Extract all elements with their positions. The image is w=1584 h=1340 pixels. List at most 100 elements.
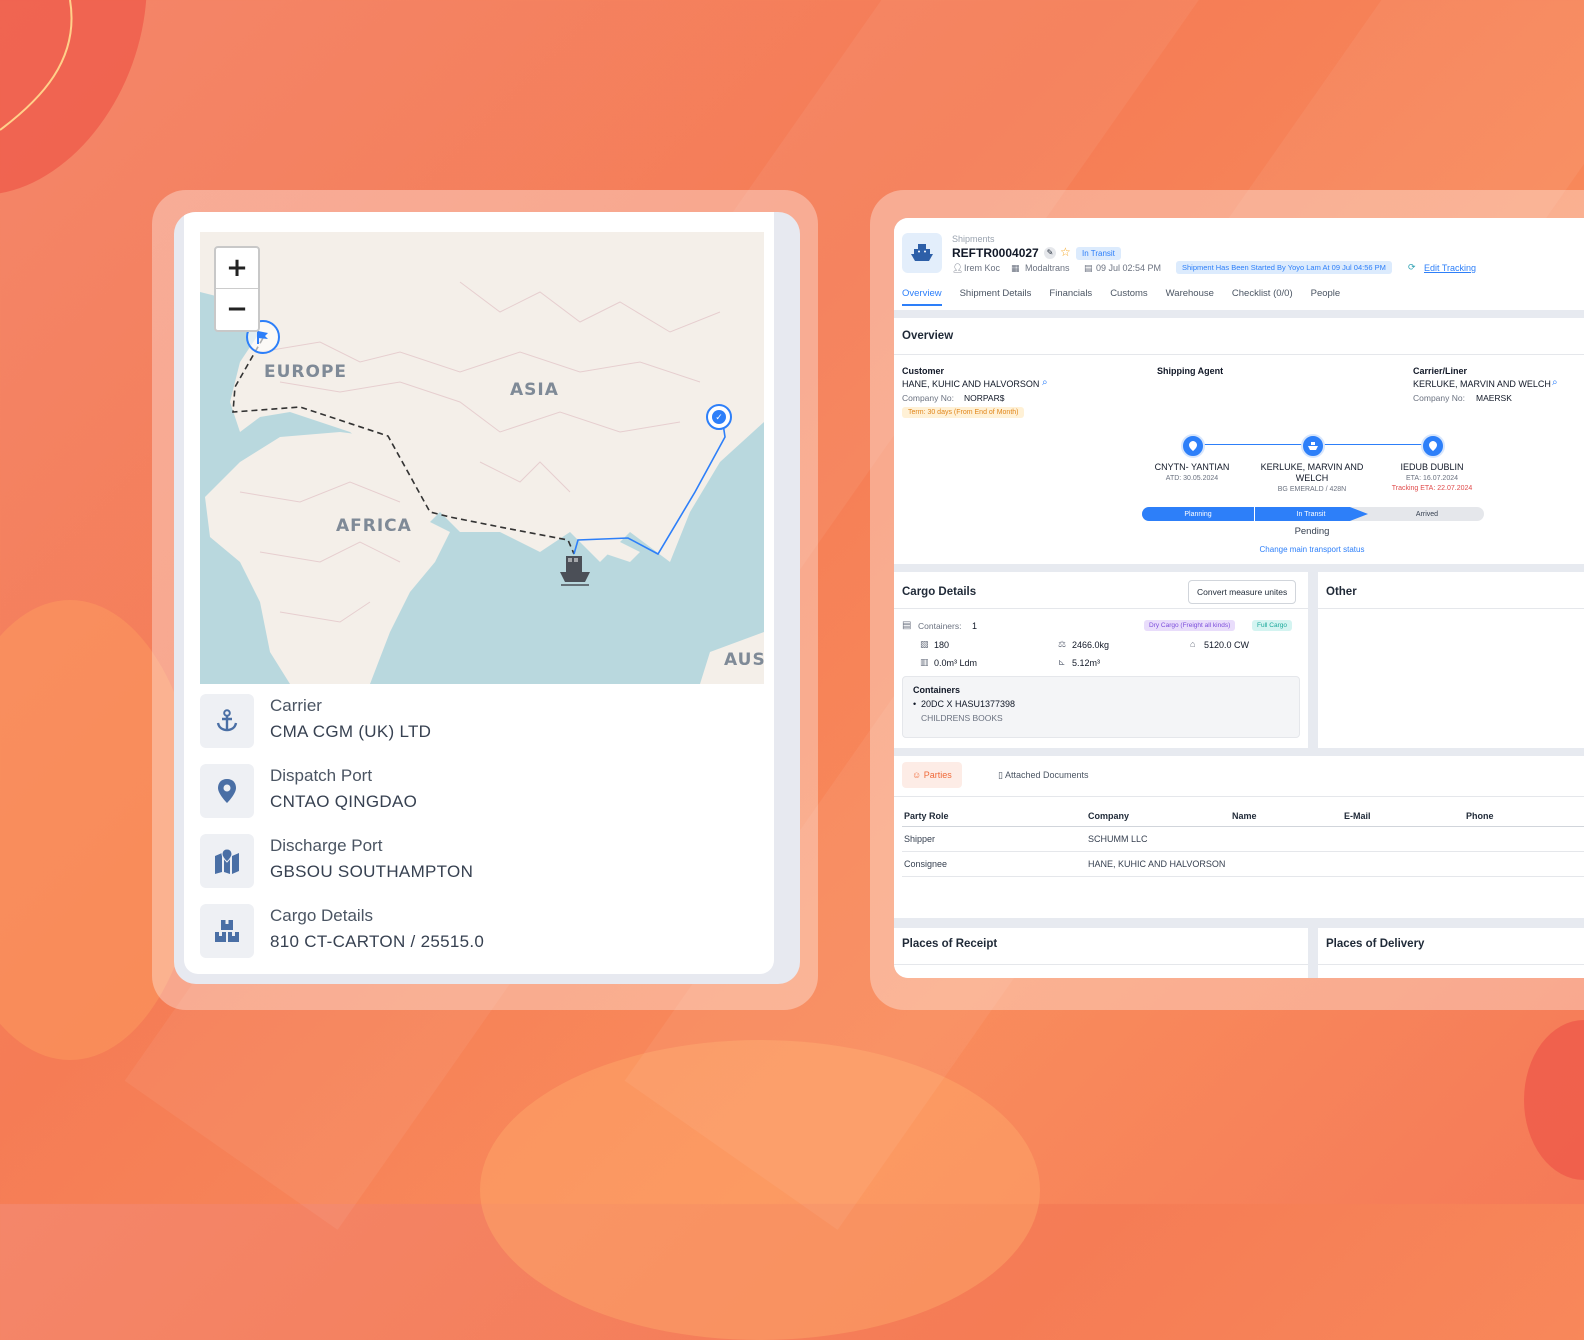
table-row[interactable]: Shipper SCHUMM LLC	[902, 826, 1584, 852]
customer-label: Customer	[902, 366, 945, 376]
tab-shipment-details[interactable]: Shipment Details	[960, 288, 1032, 306]
discharge-port-value: GBSOU SOUTHAMPTON	[270, 862, 474, 881]
col-party-role[interactable]: Party Role	[902, 806, 1086, 827]
user-icon: 👤︎	[952, 263, 964, 273]
favorite-star-icon[interactable]: ☆	[1060, 245, 1071, 259]
carrier-liner-name[interactable]: KERLUKE, MARVIN AND WELCH	[1413, 379, 1551, 389]
tab-docs-label: Attached Documents	[1004, 770, 1089, 780]
carrier-search-icon[interactable]: ⌕	[1552, 377, 1558, 388]
stage-in-transit[interactable]: In Transit	[1255, 507, 1367, 521]
tab-customs[interactable]: Customs	[1110, 288, 1147, 306]
route-map-card-body: + − EUROPE ASIA AFRICA AUS ✓ Carrier CMA…	[184, 212, 774, 974]
ship-icon[interactable]	[558, 550, 592, 588]
other-panel: Other	[1318, 572, 1584, 748]
route-origin-sub: ATD: 30.05.2024	[1165, 475, 1219, 482]
term-badge: Term: 30 days (From End of Month)	[902, 407, 1025, 418]
route-map[interactable]: + − EUROPE ASIA AFRICA AUS ✓	[200, 232, 764, 684]
change-status-link[interactable]: Change main transport status	[1234, 545, 1390, 554]
stage-arrived[interactable]: Arrived	[1370, 507, 1484, 521]
tab-warehouse[interactable]: Warehouse	[1166, 288, 1214, 306]
bg-blob-bottom-right	[1524, 1020, 1584, 1180]
weight-icon: ⚖	[1058, 639, 1067, 649]
route-vessel-name: KERLUKE, MARVIN AND WELCH	[1260, 462, 1364, 483]
col-phone[interactable]: Phone	[1464, 806, 1584, 827]
edit-pencil-icon[interactable]: ✎	[1044, 247, 1056, 259]
table-header-row: Party Role Company Name E-Mail Phone	[902, 806, 1584, 827]
map-location-icon	[200, 834, 254, 888]
customer-search-icon[interactable]: ⌕	[1042, 377, 1048, 388]
route-map-card: + − EUROPE ASIA AFRICA AUS ✓ Carrier CMA…	[174, 212, 800, 984]
tag-full-cargo: Full Cargo	[1252, 620, 1292, 631]
weight-value: 2466.0kg	[1072, 640, 1110, 650]
col-company[interactable]: Company	[1086, 806, 1230, 827]
breadcrumb[interactable]: Shipments	[952, 234, 995, 244]
status-badge: In Transit	[1076, 247, 1121, 260]
volume-value: 5.12m³	[1072, 658, 1101, 668]
origin-pin-icon	[1181, 434, 1205, 458]
map-label-australia: AUS	[724, 650, 764, 670]
people-icon: ☺︎	[912, 770, 924, 780]
divider	[894, 964, 1308, 965]
cell-phone	[1464, 826, 1584, 852]
cargo-details-label: Cargo Details	[270, 906, 373, 925]
divider	[894, 796, 1584, 797]
created-date: 09 Jul 02:54 PM	[1096, 263, 1162, 273]
overview-title: Overview	[902, 330, 954, 342]
other-title: Other	[1326, 586, 1357, 598]
cell-email	[1342, 826, 1464, 852]
table-row[interactable]: Consignee HANE, KUHIC AND HALVORSON	[902, 851, 1584, 877]
cargo-title: Cargo Details	[902, 586, 977, 598]
sync-icon: ⟳	[1408, 262, 1416, 272]
cell-role: Consignee	[902, 851, 1086, 877]
shipping-agent-label: Shipping Agent	[1157, 366, 1224, 376]
zoom-out-button[interactable]: −	[216, 289, 258, 329]
col-email[interactable]: E-Mail	[1342, 806, 1464, 827]
tab-attached-documents[interactable]: ▯ Attached Documents	[992, 762, 1095, 788]
stage-planning[interactable]: Planning	[1142, 507, 1254, 521]
owner-name: Irem Koc	[964, 263, 1001, 273]
map-label-europe: EUROPE	[264, 362, 348, 382]
places-of-delivery-panel: Places of Delivery	[1318, 928, 1584, 978]
carrier-company-no-value: MAERSK	[1476, 393, 1512, 403]
carrier-label: Carrier	[270, 696, 322, 715]
boxes-icon	[200, 904, 254, 958]
customer-company-no-value: NORPAR$	[964, 393, 1005, 403]
shipment-tabs: Overview Shipment Details Financials Cus…	[902, 288, 1340, 306]
tab-people[interactable]: People	[1311, 288, 1341, 306]
zoom-controls: + −	[214, 246, 260, 332]
edit-tracking-link[interactable]: Edit Tracking	[1424, 263, 1476, 273]
convert-units-button[interactable]: Convert measure unites	[1188, 580, 1297, 604]
zoom-in-button[interactable]: +	[216, 248, 258, 289]
tag-dry-cargo: Dry Cargo (Freight all kinds)	[1144, 620, 1236, 631]
packages-icon: ▧	[920, 639, 929, 649]
divider	[894, 608, 1308, 609]
cargo-details-row: Cargo Details 810 CT-CARTON / 25515.0	[200, 904, 760, 960]
customer-name[interactable]: HANE, KUHIC AND HALVORSON	[902, 379, 1039, 389]
col-name[interactable]: Name	[1230, 806, 1342, 827]
shipment-header: Shipments REFTR0004027 ✎ ☆ In Transit 👤︎…	[894, 218, 1584, 310]
ldm-icon: ▥	[920, 657, 929, 667]
container-number: 20DC X HASU1377398	[921, 699, 1016, 709]
tab-financials[interactable]: Financials	[1049, 288, 1092, 306]
customer-company-no-label: Company No:	[902, 393, 954, 403]
overview-panel: Overview Customer HANE, KUHIC AND HALVOR…	[894, 318, 1584, 564]
vessel-node-icon	[1301, 434, 1325, 458]
cargo-details-value: 810 CT-CARTON / 25515.0	[270, 932, 485, 951]
carrier-value: CMA CGM (UK) LTD	[270, 722, 432, 741]
divider	[1318, 608, 1584, 609]
dispatch-port-row: Dispatch Port CNTAO QINGDAO	[200, 764, 760, 820]
origin-check-icon[interactable]: ✓	[706, 404, 732, 430]
route-destination-eta: ETA: 16.07.2024	[1405, 475, 1459, 482]
cell-company: SCHUMM LLC	[1086, 826, 1342, 852]
tab-overview[interactable]: Overview	[902, 288, 942, 306]
cell-company: HANE, KUHIC AND HALVORSON	[1086, 851, 1342, 877]
discharge-port-label: Discharge Port	[270, 836, 383, 855]
packages-value: 180	[934, 640, 950, 650]
cell-role: Shipper	[902, 826, 1086, 852]
tab-checklist[interactable]: Checklist (0/0)	[1232, 288, 1293, 306]
cell-email	[1342, 851, 1464, 877]
route-destination-name: IEDUB DUBLIN	[1400, 462, 1464, 472]
containers-count: 1	[972, 621, 978, 631]
tab-parties[interactable]: ☺︎ Parties	[902, 762, 962, 788]
route-vessel-sub: BG EMERALD / 428N	[1277, 486, 1347, 493]
